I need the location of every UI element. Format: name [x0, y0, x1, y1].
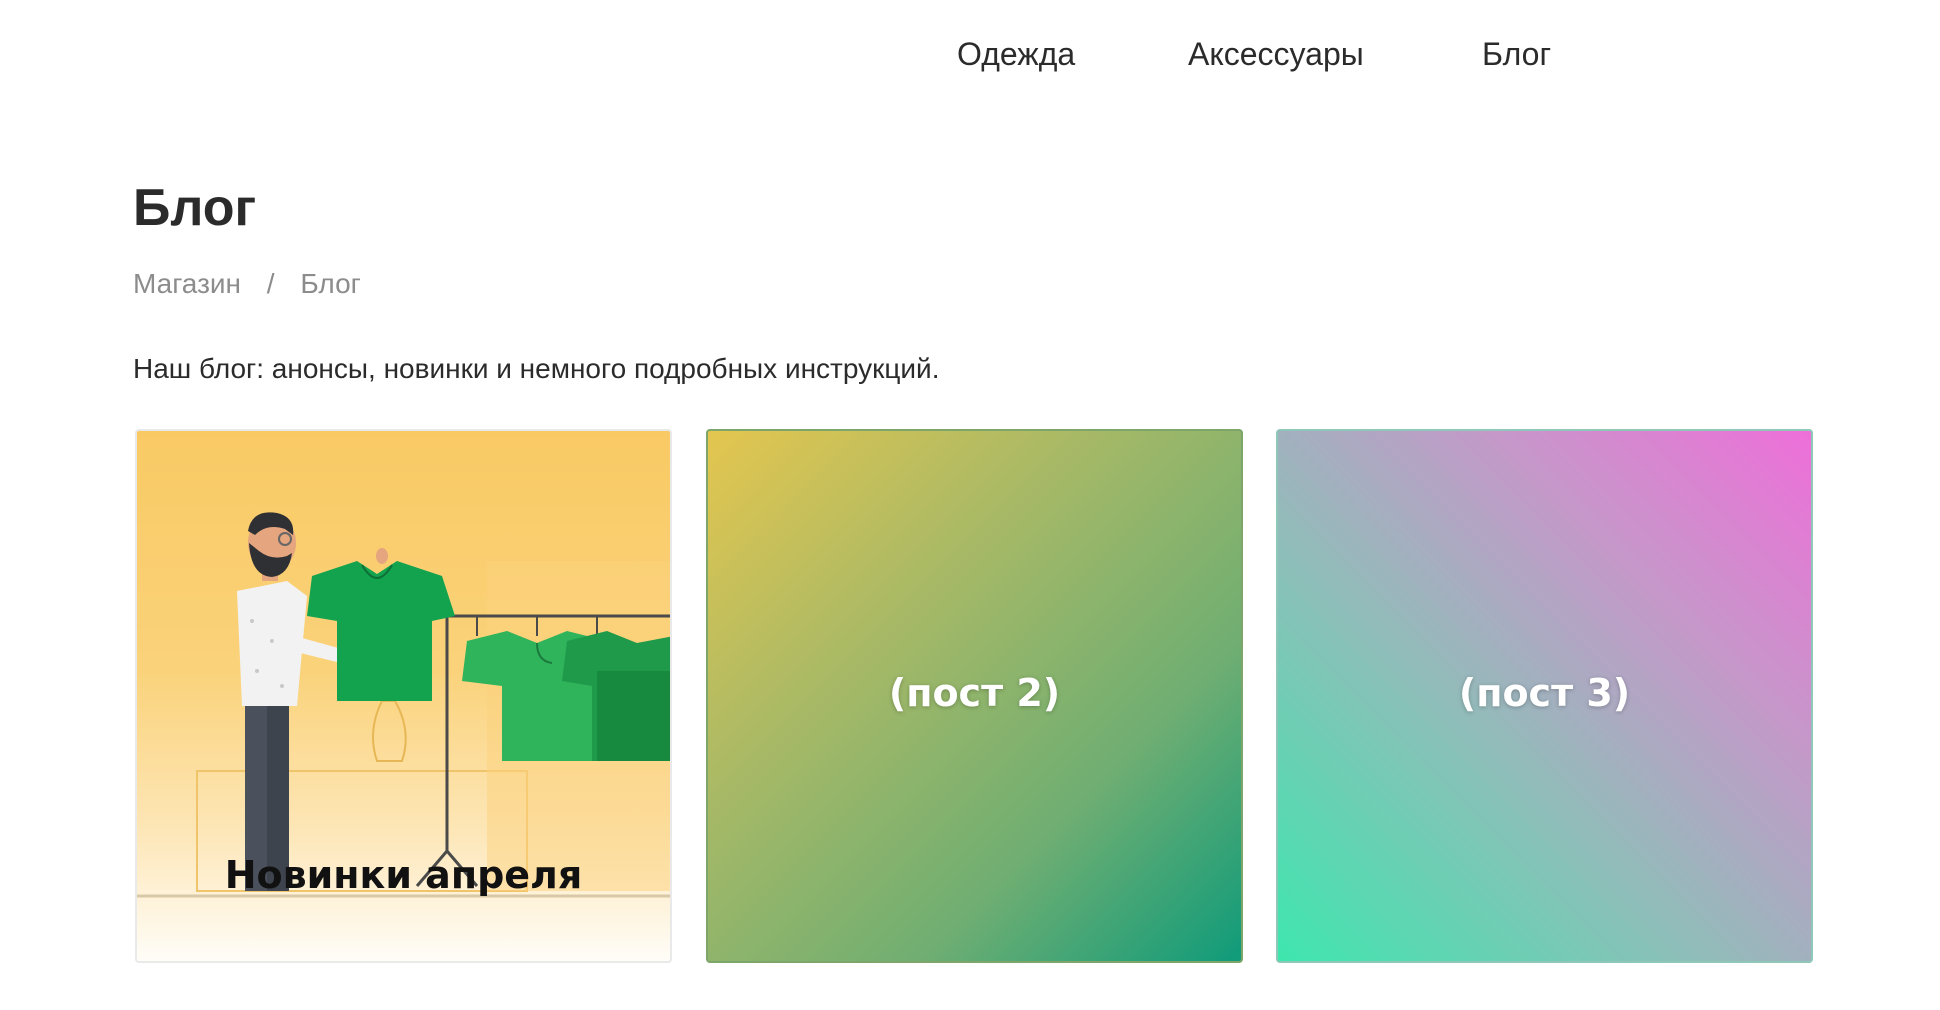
post-card-3[interactable]: (пост 3) — [1276, 429, 1813, 963]
post-title[interactable]: (пост 3) — [1278, 671, 1811, 715]
post-card-1[interactable]: Новинки апреля — [135, 429, 672, 963]
breadcrumb-item-shop[interactable]: Магазин — [133, 268, 241, 299]
nav-item-blog[interactable]: Блог — [1482, 36, 1551, 73]
breadcrumb: Магазин / Блог — [133, 268, 361, 300]
post-title[interactable]: Новинки апреля — [137, 853, 670, 897]
post-card-2[interactable]: (пост 2) — [706, 429, 1243, 963]
nav-item-accessories[interactable]: Аксессуары — [1188, 36, 1364, 73]
nav-item-clothing[interactable]: Одежда — [957, 36, 1075, 73]
page-title: Блог — [133, 179, 257, 237]
main-nav: Одежда Аксессуары Блог — [0, 36, 1940, 86]
page-description: Наш блог: анонсы, новинки и немного подр… — [133, 353, 940, 384]
breadcrumb-item-blog: Блог — [300, 268, 361, 299]
breadcrumb-separator: / — [266, 268, 275, 299]
post-title[interactable]: (пост 2) — [708, 671, 1241, 715]
